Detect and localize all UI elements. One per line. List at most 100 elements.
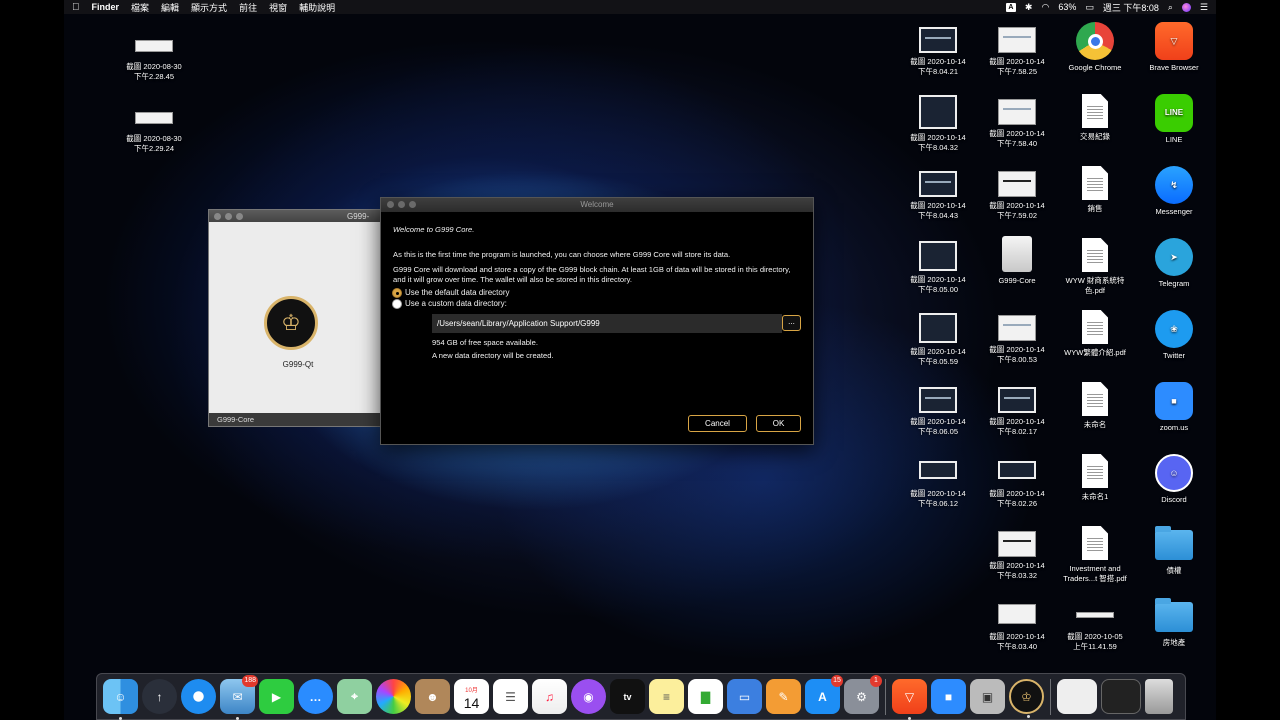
dock-contacts-icon[interactable]: ☻	[415, 679, 450, 714]
dock-appstore-icon[interactable]: A 15	[805, 675, 843, 714]
desktop-file-screenshot[interactable]: 截圖 2020-10-14 下午8.04.21	[902, 27, 974, 77]
menu-help[interactable]: 輔助說明	[299, 1, 335, 14]
dock-music-icon[interactable]: ♫	[532, 679, 567, 714]
window-minimize-button[interactable]	[398, 201, 405, 208]
desktop-file-screenshot[interactable]: 截圖 2020-10-14 下午8.06.05	[902, 387, 974, 437]
battery-percent[interactable]: 63%	[1058, 2, 1076, 12]
radio-unselected-icon[interactable]	[392, 299, 402, 309]
dock-calendar-icon[interactable]: 10月 14	[454, 679, 489, 714]
cancel-button[interactable]: Cancel	[688, 415, 747, 432]
dock-g999-qt-icon[interactable]: ♔	[1009, 679, 1044, 718]
menu-file[interactable]: 檔案	[131, 1, 149, 14]
desktop-file-document[interactable]: 未命名	[1059, 382, 1131, 430]
desktop-file-screenshot[interactable]: 截圖 2020-10-14 下午8.03.40	[981, 604, 1053, 652]
window-title-bar[interactable]: G999-	[209, 210, 387, 222]
menu-edit[interactable]: 編輯	[161, 1, 179, 14]
dock-reminders-icon[interactable]: ☰	[493, 679, 528, 714]
desktop-file-screenshot[interactable]: 截圖 2020-10-14 下午8.04.43	[902, 171, 974, 221]
battery-icon[interactable]: ▭	[1085, 2, 1094, 13]
dock-zoom-icon[interactable]: ■	[931, 679, 966, 714]
desktop-file-document[interactable]: 交易紀錄	[1059, 94, 1131, 142]
desktop-file-screenshot[interactable]: 截圖 2020-08-30 下午2.29.24	[118, 104, 190, 154]
custom-directory-option[interactable]: Use a custom data directory:	[392, 299, 507, 309]
desktop-app-zoom[interactable]: ■ zoom.us	[1138, 382, 1210, 433]
desktop-disk-g999-core[interactable]: G999-Core	[981, 236, 1053, 286]
desktop-file-screenshot[interactable]: 截圖 2020-10-14 下午8.02.17	[981, 387, 1053, 437]
radio-selected-icon[interactable]	[392, 288, 402, 298]
dock-messages-icon[interactable]: …	[298, 679, 333, 714]
dock-notes-icon[interactable]: ≡	[649, 679, 684, 714]
desktop-file-screenshot[interactable]: 截圖 2020-10-14 下午8.03.32	[981, 531, 1053, 581]
clock[interactable]: 週三 下午8:08	[1103, 1, 1159, 14]
desktop-app-discord[interactable]: ☺ Discord	[1138, 454, 1210, 505]
desktop-file-document[interactable]: 未命名1	[1059, 454, 1131, 502]
dock-pages-icon[interactable]: ✎	[766, 679, 801, 714]
apple-icon[interactable]: 	[72, 2, 80, 13]
desktop-app-google-chrome[interactable]: Google Chrome	[1059, 22, 1131, 73]
wifi-icon[interactable]: ◠	[1041, 2, 1049, 13]
dock-photos-icon[interactable]	[376, 679, 411, 714]
menu-window[interactable]: 視窗	[269, 1, 287, 14]
siri-icon[interactable]	[1181, 2, 1191, 12]
desktop-file-screenshot[interactable]: 截圖 2020-10-14 下午8.04.32	[902, 95, 974, 153]
window-close-button[interactable]	[214, 212, 221, 220]
window-zoom-button[interactable]	[236, 212, 243, 220]
g999-qt-window[interactable]: G999- ♔ G999-Qt G999-Core	[208, 209, 388, 427]
dock-numbers-icon[interactable]: ▇	[688, 679, 723, 714]
desktop-file-pdf[interactable]: WYW 財商系統特 色.pdf	[1059, 238, 1131, 296]
dock-maps-icon[interactable]: ⌖	[337, 679, 372, 714]
data-directory-path-input[interactable]	[432, 314, 782, 333]
desktop-file-screenshot[interactable]: 截圖 2020-10-05 上午11.41.59	[1059, 604, 1131, 652]
desktop-folder[interactable]: 房地產	[1138, 598, 1210, 648]
dock-podcasts-icon[interactable]: ◉	[571, 679, 606, 714]
desktop-file-screenshot[interactable]: 截圖 2020-10-14 下午8.05.59	[902, 313, 974, 367]
dock-mail-icon[interactable]: ✉ 188	[220, 675, 258, 720]
desktop-app-brave-browser[interactable]: ▽ Brave Browser	[1138, 22, 1210, 73]
dock-safari-icon[interactable]: ↗	[181, 679, 216, 714]
spotlight-search-icon[interactable]: ⌕	[1168, 2, 1173, 13]
desktop-app-telegram[interactable]: ➤ Telegram	[1138, 238, 1210, 289]
notification-center-icon[interactable]: ☰	[1200, 2, 1208, 13]
default-directory-option[interactable]: Use the default data directory	[392, 288, 510, 298]
dock-launchpad-icon[interactable]: ↑	[142, 679, 177, 714]
custom-directory-label[interactable]: Use a custom data directory:	[405, 299, 507, 309]
desktop-file-screenshot[interactable]: 截圖 2020-08-30 下午2.28.45	[118, 32, 190, 82]
desktop-app-messenger[interactable]: ↯ Messenger	[1138, 166, 1210, 217]
window-zoom-button[interactable]	[409, 201, 416, 208]
desktop-file-screenshot[interactable]: 截圖 2020-10-14 下午7.58.25	[981, 27, 1053, 77]
desktop-file-screenshot[interactable]: 截圖 2020-10-14 下午8.06.12	[902, 461, 974, 509]
dock-trash-icon[interactable]	[1145, 679, 1173, 714]
desktop-file-screenshot[interactable]: 截圖 2020-10-14 下午8.00.53	[981, 315, 1053, 365]
dock-tv-icon[interactable]: tv	[610, 679, 645, 714]
menu-go[interactable]: 前往	[239, 1, 257, 14]
dock-facetime-icon[interactable]: ▶	[259, 679, 294, 714]
desktop-folder[interactable]: 債權	[1138, 526, 1210, 576]
welcome-dialog[interactable]: Welcome Welcome to G999 Core. As this is…	[380, 197, 814, 445]
dock-system-preferences-icon[interactable]: ⚙ 1	[844, 675, 882, 714]
menu-view[interactable]: 顯示方式	[191, 1, 227, 14]
ok-button[interactable]: OK	[756, 415, 801, 432]
window-minimize-button[interactable]	[225, 212, 232, 220]
desktop-file-pdf[interactable]: WYW繁體介紹.pdf	[1059, 310, 1131, 358]
window-close-button[interactable]	[387, 201, 394, 208]
desktop-file-screenshot[interactable]: 截圖 2020-10-14 下午8.05.00	[902, 241, 974, 295]
dock-brave-icon[interactable]: ▽	[892, 679, 927, 720]
dock-downloads-stack-icon[interactable]	[1101, 679, 1141, 714]
dialog-title-bar[interactable]: Welcome	[381, 198, 813, 212]
browse-button[interactable]: ...	[782, 315, 801, 331]
desktop-app-line[interactable]: LINE LINE	[1138, 94, 1210, 145]
dock-finder-icon[interactable]: ☺	[103, 679, 138, 720]
desktop-app-twitter[interactable]: ❀ Twitter	[1138, 310, 1210, 361]
dock-keynote-icon[interactable]: ▭	[727, 679, 762, 714]
desktop-file-screenshot[interactable]: 截圖 2020-10-14 下午7.59.02	[981, 171, 1053, 221]
dock-minimized-window-icon[interactable]	[1057, 679, 1097, 714]
desktop-file-pdf[interactable]: Investment and Traders...t 智搭.pdf	[1059, 526, 1131, 584]
bluetooth-icon[interactable]: ✱	[1025, 2, 1033, 13]
dock-preview-icon[interactable]: ▣	[970, 679, 1005, 714]
desktop-file-document[interactable]: 銷售	[1059, 166, 1131, 214]
input-source-indicator[interactable]: A	[1005, 2, 1016, 12]
menu-app-name[interactable]: Finder	[92, 2, 120, 12]
desktop-file-screenshot[interactable]: 截圖 2020-10-14 下午7.58.40	[981, 99, 1053, 149]
desktop-file-screenshot[interactable]: 截圖 2020-10-14 下午8.02.26	[981, 461, 1053, 509]
default-directory-label[interactable]: Use the default data directory	[405, 288, 510, 298]
